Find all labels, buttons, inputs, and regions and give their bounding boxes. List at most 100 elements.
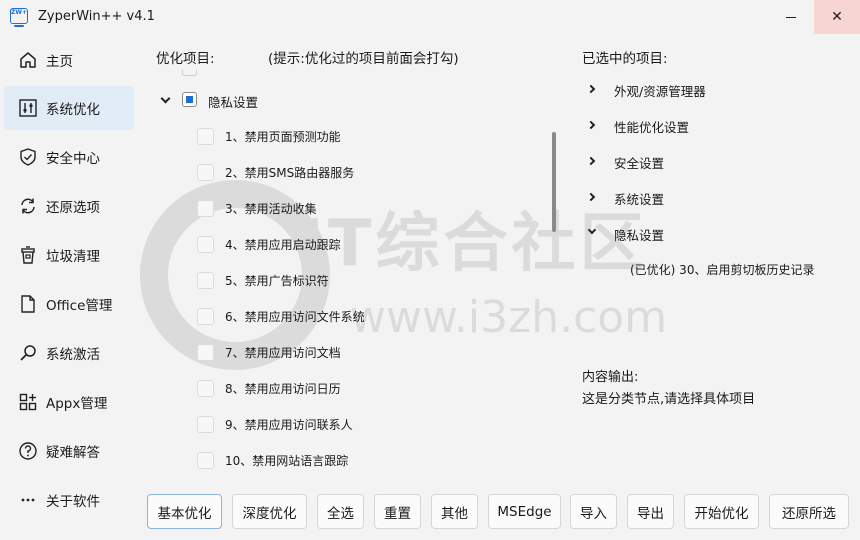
- restore-icon: [18, 196, 38, 216]
- chevron-down-icon[interactable]: [160, 93, 171, 104]
- select-all-button[interactable]: 全选: [317, 494, 364, 529]
- minimize-icon: [786, 16, 796, 18]
- sidebar-item-home[interactable]: 主页: [4, 38, 134, 82]
- item-label: 5、禁用广告标识符: [225, 274, 329, 288]
- group-checkbox[interactable]: [182, 92, 197, 107]
- options-hint: (提示:优化过的项目前面会打勾): [268, 51, 459, 67]
- deep-optimize-button[interactable]: 深度优化: [232, 494, 307, 529]
- item-checkbox[interactable]: [197, 236, 214, 253]
- tree-item[interactable]: 2、禁用SMS路由器服务: [150, 154, 545, 190]
- key-icon: [18, 343, 38, 363]
- basic-optimize-button[interactable]: 基本优化: [147, 494, 222, 529]
- chevron-right-icon[interactable]: [586, 120, 596, 130]
- window-title: ZyperWin++ v4.1: [38, 9, 155, 24]
- sidebar-item-activation[interactable]: 系统激活: [4, 331, 134, 375]
- tree-item[interactable]: 6、禁用应用访问文件系统: [150, 298, 545, 334]
- tree-item[interactable]: 5、禁用广告标识符: [150, 262, 545, 298]
- sidebar-item-office[interactable]: Office管理: [4, 282, 134, 326]
- import-button[interactable]: 导入: [570, 494, 617, 529]
- sidebar-item-label: 关于软件: [46, 494, 100, 510]
- item-label: 6、禁用应用访问文件系统: [225, 310, 365, 324]
- chevron-right-icon[interactable]: [586, 84, 596, 94]
- selected-group-label: 外观/资源管理器: [614, 84, 706, 99]
- item-label: 4、禁用应用启动跟踪: [225, 238, 341, 252]
- tree-item[interactable]: 8、禁用应用访问日历: [150, 370, 545, 406]
- tree-item[interactable]: 10、禁用网站语言跟踪: [150, 442, 545, 478]
- sliders-icon: [18, 98, 38, 118]
- other-button[interactable]: 其他: [431, 494, 478, 529]
- item-checkbox[interactable]: [197, 380, 214, 397]
- sidebar-item-label: Appx管理: [46, 396, 108, 412]
- item-checkbox[interactable]: [197, 200, 214, 217]
- sidebar-item-troubleshoot[interactable]: 疑难解答: [4, 429, 134, 473]
- selected-group-label: 系统设置: [614, 192, 665, 207]
- item-checkbox[interactable]: [197, 164, 214, 181]
- document-icon: [18, 294, 38, 314]
- item-label: 1、禁用页面预测功能: [225, 130, 341, 144]
- item-label: 9、禁用应用访问联系人: [225, 418, 353, 432]
- home-icon: [18, 50, 38, 70]
- sidebar-item-label: 系统优化: [46, 102, 100, 118]
- selected-group[interactable]: 安全设置: [586, 153, 838, 189]
- sidebar-item-label: 垃圾清理: [46, 249, 100, 265]
- item-label: 10、禁用网站语言跟踪: [225, 454, 349, 468]
- chevron-right-icon[interactable]: [586, 156, 596, 166]
- sidebar-item-label: 安全中心: [46, 151, 100, 167]
- chevron-right-icon[interactable]: [586, 192, 596, 202]
- item-checkbox[interactable]: [197, 452, 214, 469]
- options-tree: 隐私设置 1、禁用页面预测功能 2、禁用SMS路由器服务 3、禁用活动收集 4、…: [150, 70, 560, 482]
- chevron-down-icon[interactable]: [587, 225, 597, 235]
- selected-group[interactable]: 性能优化设置: [586, 117, 838, 153]
- item-checkbox[interactable]: [197, 416, 214, 433]
- tree-item[interactable]: 4、禁用应用启动跟踪: [150, 226, 545, 262]
- sidebar-item-about[interactable]: 关于软件: [4, 478, 134, 522]
- minimize-button[interactable]: [768, 0, 814, 34]
- item-checkbox[interactable]: [197, 308, 214, 325]
- selected-group-label: 性能优化设置: [614, 120, 690, 135]
- scrollbar-thumb[interactable]: [552, 132, 556, 232]
- selected-group[interactable]: 系统设置: [586, 189, 838, 225]
- tree-item[interactable]: 1、禁用页面预测功能: [150, 118, 545, 154]
- close-button[interactable]: ✕: [814, 0, 860, 34]
- tree-group-privacy[interactable]: 隐私设置: [150, 82, 545, 118]
- trash-icon: [18, 245, 38, 265]
- item-checkbox[interactable]: [197, 128, 214, 145]
- sidebar-item-system-optimize[interactable]: 系统优化: [4, 86, 134, 130]
- item-label: 8、禁用应用访问日历: [225, 382, 341, 396]
- tree-item[interactable]: 3、禁用活动收集: [150, 190, 545, 226]
- selected-header: 已选中的项目:: [582, 51, 668, 67]
- close-icon: ✕: [831, 9, 843, 25]
- tree-item[interactable]: 7、禁用应用访问文档: [150, 334, 545, 370]
- sidebar-item-label: 系统激活: [46, 347, 100, 363]
- selected-group[interactable]: 隐私设置: [587, 225, 838, 261]
- title-bar: ZW+ ZyperWin++ v4.1 ✕: [0, 0, 860, 36]
- item-label: 3、禁用活动收集: [225, 202, 317, 216]
- sidebar-item-label: Office管理: [46, 298, 113, 314]
- sidebar-item-cleanup[interactable]: 垃圾清理: [4, 233, 134, 277]
- selected-group-label: 隐私设置: [614, 228, 665, 243]
- options-header: 优化项目:: [156, 51, 215, 67]
- sidebar-item-label: 还原选项: [46, 200, 100, 216]
- sidebar-item-security[interactable]: 安全中心: [4, 135, 134, 179]
- more-icon: [18, 490, 38, 510]
- sidebar: 主页 系统优化 安全中心 还原选项 垃圾清理 Office管理 系统激活 App…: [0, 36, 140, 540]
- selected-group[interactable]: 外观/资源管理器: [586, 81, 838, 117]
- app-logo-icon: ZW+: [10, 8, 28, 27]
- selected-item[interactable]: (已优化) 30、启用剪切板历史记录: [630, 261, 814, 278]
- item-checkbox[interactable]: [197, 272, 214, 289]
- msedge-button[interactable]: MSEdge: [488, 494, 561, 529]
- start-optimize-button[interactable]: 开始优化: [684, 494, 759, 529]
- item-checkbox[interactable]: [197, 344, 214, 361]
- reset-button[interactable]: 重置: [374, 494, 421, 529]
- export-button[interactable]: 导出: [627, 494, 674, 529]
- apps-icon: [18, 392, 38, 412]
- selected-group-label: 安全设置: [614, 156, 665, 171]
- sidebar-item-appx[interactable]: Appx管理: [4, 380, 134, 424]
- group-label: 隐私设置: [208, 95, 259, 110]
- restore-selected-button[interactable]: 还原所选: [769, 494, 849, 529]
- previous-checkbox[interactable]: [182, 70, 197, 76]
- tree-item[interactable]: 9、禁用应用访问联系人: [150, 406, 545, 442]
- output-label: 内容输出:: [582, 370, 639, 385]
- sidebar-item-restore[interactable]: 还原选项: [4, 184, 134, 228]
- sidebar-item-label: 主页: [46, 54, 73, 70]
